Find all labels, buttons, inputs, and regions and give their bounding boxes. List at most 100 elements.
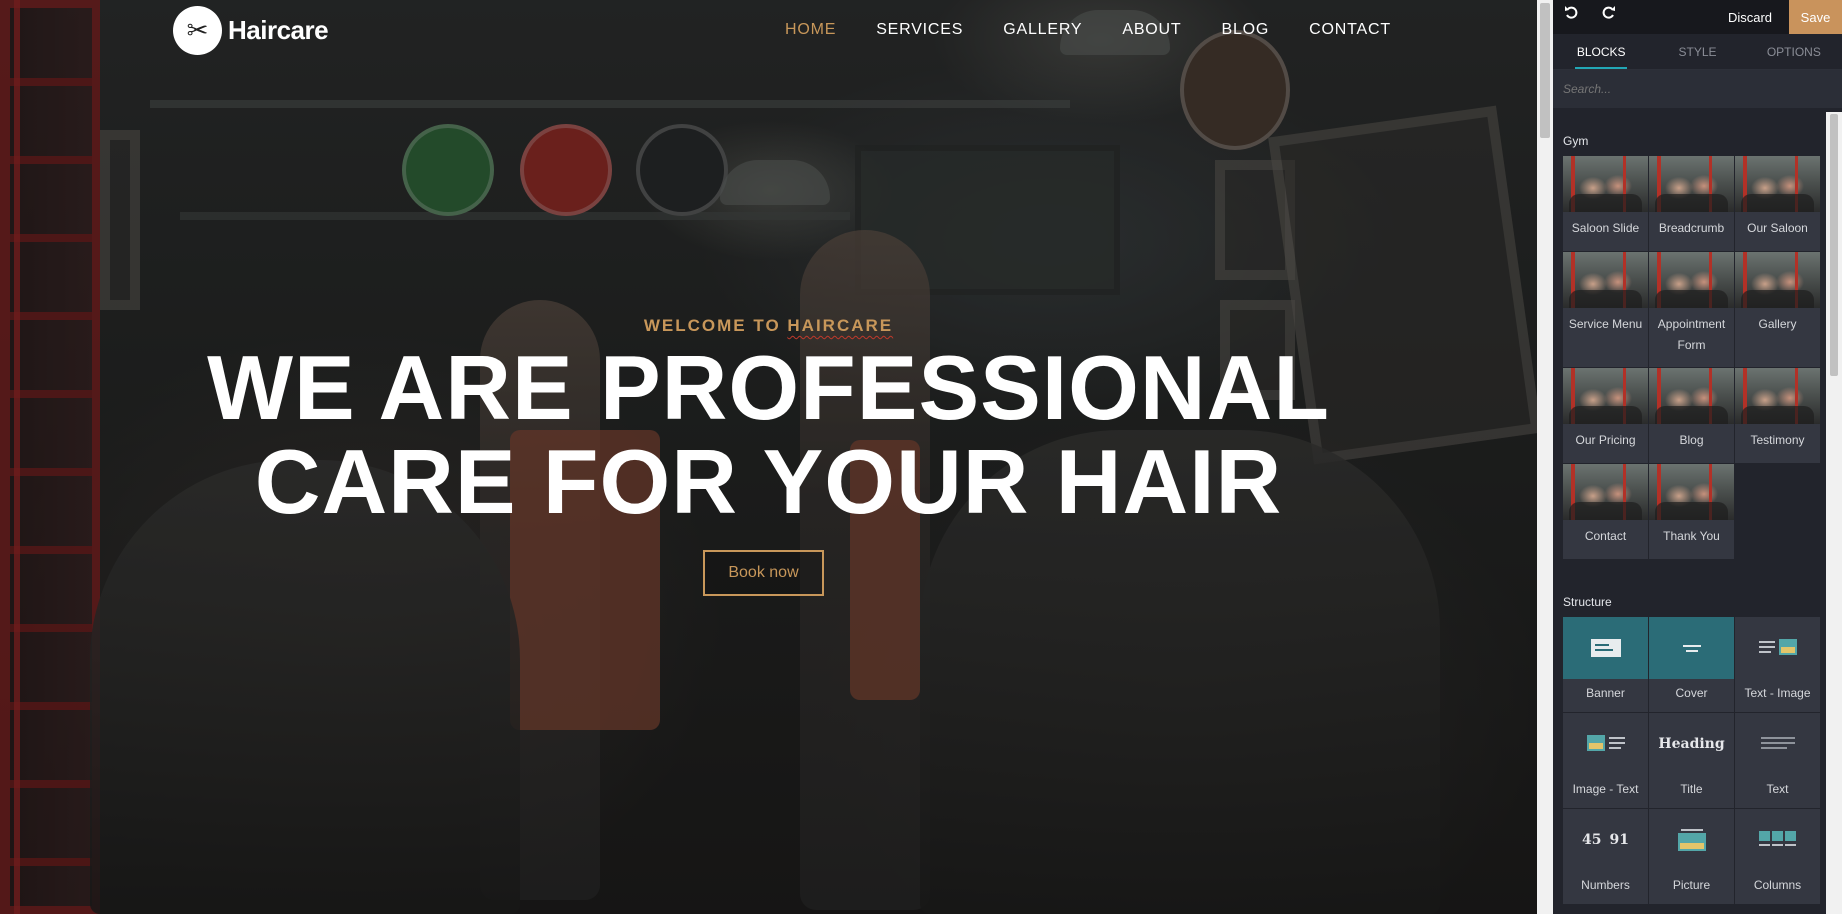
block-our-saloon[interactable]: Our Saloon (1735, 156, 1820, 251)
block-text-image[interactable]: Text - Image (1735, 617, 1820, 712)
block-label: Columns (1753, 878, 1802, 892)
numbers-sample: 45 91 (1582, 832, 1629, 848)
block-label: Our Pricing (1575, 433, 1636, 447)
block-label: Cover (1675, 686, 1708, 700)
picture-block-icon (1649, 809, 1734, 871)
scissors-icon: ✂ (173, 6, 222, 55)
tab-options[interactable]: OPTIONS (1746, 34, 1842, 69)
discard-button[interactable]: Discard (1717, 0, 1783, 34)
block-appointment-form[interactable]: Appointment Form (1649, 252, 1734, 367)
block-label: Gallery (1758, 317, 1797, 331)
hero-heading-line-2: CARE FOR YOUR HAIR (254, 432, 1283, 533)
hero-eyebrow-brand: HAIRCARE (787, 316, 894, 335)
columns-block-icon (1735, 809, 1820, 871)
banner-block-icon (1563, 617, 1648, 679)
block-label: Appointment Form (1657, 317, 1726, 352)
blocks-scrollbar[interactable] (1826, 112, 1842, 914)
block-thumbnail (1563, 464, 1648, 520)
block-label: Title (1680, 782, 1703, 796)
nav-home[interactable]: HOME (785, 21, 836, 39)
block-label: Testimony (1750, 433, 1805, 447)
block-label: Service Menu (1568, 317, 1643, 331)
block-label: Text (1766, 782, 1789, 796)
block-thumbnail (1563, 368, 1648, 424)
hero-heading-line-1: WE ARE PROFESSIONAL (207, 338, 1330, 439)
cover-block-icon (1649, 617, 1734, 679)
editor-panel: Discard Save BLOCKS STYLE OPTIONS Gym Sa… (1553, 0, 1842, 914)
gym-blocks-grid: Saloon Slide Breadcrumb Our Saloon Servi… (1553, 156, 1826, 559)
block-label: Our Saloon (1747, 221, 1808, 235)
nav-gallery[interactable]: GALLERY (1003, 21, 1082, 39)
site-brand-name: Haircare (228, 15, 329, 45)
preview-scrollbar[interactable] (1537, 0, 1553, 914)
editor-tabs: BLOCKS STYLE OPTIONS (1553, 34, 1842, 70)
block-gallery[interactable]: Gallery (1735, 252, 1820, 367)
text-image-block-icon (1735, 617, 1820, 679)
nav-contact[interactable]: CONTACT (1309, 21, 1391, 39)
block-columns[interactable]: Columns (1735, 809, 1820, 904)
main-menu: HOME SERVICES GALLERY ABOUT BLOG CONTACT (785, 21, 1391, 39)
undo-icon[interactable] (1561, 4, 1581, 26)
blocks-search-input[interactable] (1553, 70, 1842, 108)
hero-section: WELCOME TO HAIRCARE WE ARE PROFESSIONAL … (0, 316, 1537, 530)
structure-blocks-grid: Banner Cover Text - Image Image - Text H… (1553, 617, 1826, 904)
block-thumbnail (1563, 156, 1648, 212)
block-label: Banner (1586, 686, 1625, 700)
block-label: Blog (1679, 433, 1704, 447)
block-label: Image - Text (1572, 782, 1639, 796)
hero-eyebrow: WELCOME TO HAIRCARE (0, 316, 1537, 336)
block-numbers[interactable]: 45 91 Numbers (1563, 809, 1648, 904)
block-label: Numbers (1581, 878, 1630, 892)
heading-sample-text: Heading (1658, 736, 1725, 752)
block-thumbnail (1649, 368, 1734, 424)
text-block-icon (1735, 713, 1820, 775)
blocks-list: Gym Saloon Slide Breadcrumb Our Saloon S… (1553, 112, 1826, 914)
block-service-menu[interactable]: Service Menu (1563, 252, 1648, 367)
number-sample-1: 45 (1582, 832, 1602, 848)
block-label: Contact (1584, 529, 1627, 543)
blocks-scrollbar-thumb[interactable] (1830, 114, 1838, 376)
block-contact[interactable]: Contact (1563, 464, 1648, 559)
website-preview: ✂ Haircare HOME SERVICES GALLERY ABOUT B… (0, 0, 1537, 914)
site-logo[interactable]: ✂ Haircare (173, 6, 329, 55)
block-thumbnail (1735, 368, 1820, 424)
block-blog[interactable]: Blog (1649, 368, 1734, 463)
block-thumbnail (1563, 252, 1648, 308)
block-breadcrumb[interactable]: Breadcrumb (1649, 156, 1734, 251)
block-banner[interactable]: Banner (1563, 617, 1648, 712)
title-block-icon: Heading (1649, 713, 1734, 775)
save-button[interactable]: Save (1789, 0, 1842, 34)
hero-eyebrow-prefix: WELCOME TO (643, 316, 788, 335)
block-label: Text - Image (1744, 686, 1811, 700)
block-thumbnail (1735, 156, 1820, 212)
block-cover[interactable]: Cover (1649, 617, 1734, 712)
block-label: Thank You (1663, 529, 1720, 543)
block-our-pricing[interactable]: Our Pricing (1563, 368, 1648, 463)
tab-style[interactable]: STYLE (1649, 34, 1745, 69)
nav-about[interactable]: ABOUT (1122, 21, 1181, 39)
block-thank-you[interactable]: Thank You (1649, 464, 1734, 559)
group-title-structure: Structure (1563, 595, 1612, 609)
tab-blocks[interactable]: BLOCKS (1553, 34, 1649, 69)
block-label: Saloon Slide (1571, 221, 1640, 235)
nav-blog[interactable]: BLOG (1221, 21, 1269, 39)
book-now-button[interactable]: Book now (703, 550, 824, 596)
block-thumbnail (1649, 252, 1734, 308)
editor-toolbar: Discard Save (1553, 0, 1842, 34)
redo-icon[interactable] (1599, 4, 1619, 26)
image-text-block-icon (1563, 713, 1648, 775)
number-sample-2: 91 (1609, 832, 1629, 848)
block-testimony[interactable]: Testimony (1735, 368, 1820, 463)
block-thumbnail (1649, 156, 1734, 212)
block-saloon-slide[interactable]: Saloon Slide (1563, 156, 1648, 251)
block-picture[interactable]: Picture (1649, 809, 1734, 904)
site-navbar: ✂ Haircare HOME SERVICES GALLERY ABOUT B… (0, 0, 1537, 64)
block-image-text[interactable]: Image - Text (1563, 713, 1648, 808)
preview-scrollbar-thumb[interactable] (1540, 3, 1550, 138)
block-label: Picture (1672, 878, 1711, 892)
block-label: Breadcrumb (1658, 221, 1725, 235)
block-text[interactable]: Text (1735, 713, 1820, 808)
nav-services[interactable]: SERVICES (876, 21, 963, 39)
block-title[interactable]: Heading Title (1649, 713, 1734, 808)
numbers-block-icon: 45 91 (1563, 809, 1648, 871)
